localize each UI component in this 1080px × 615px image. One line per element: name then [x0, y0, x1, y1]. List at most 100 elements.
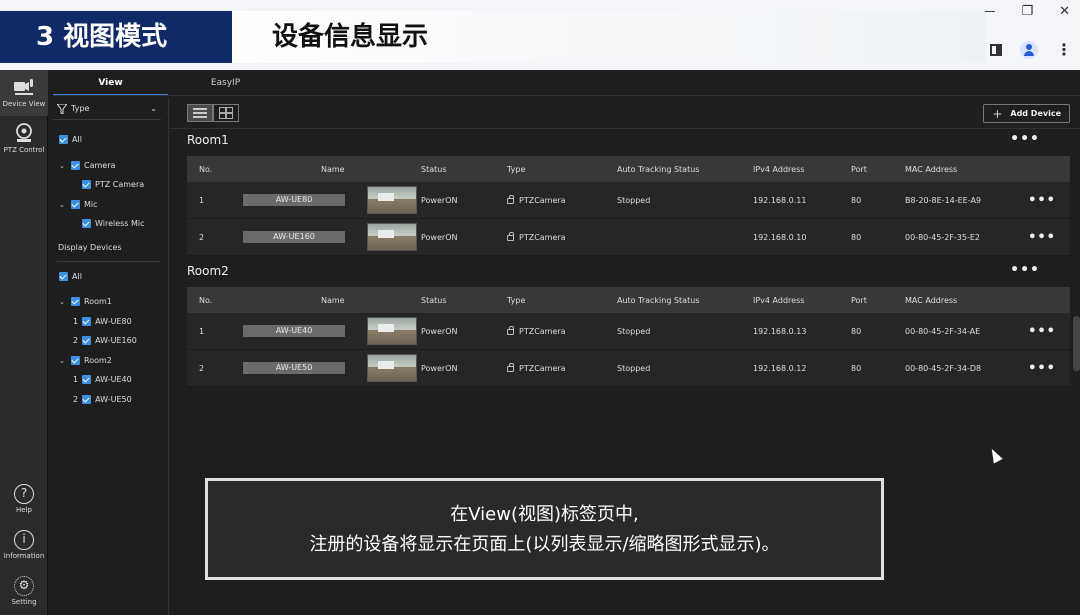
tab-view[interactable]: View	[53, 70, 168, 96]
column-header: Type	[507, 164, 526, 174]
close-icon[interactable]: ✕	[1059, 4, 1070, 19]
device-table: No. Name Status Type Auto Tracking Statu…	[187, 287, 1070, 387]
tree-display-all[interactable]: All	[59, 272, 82, 281]
table-row[interactable]: 1 AW-UE40 PowerON PTZCamera Stopped 192.…	[187, 313, 1070, 350]
nav-setting[interactable]: ⚙ Setting	[0, 576, 48, 606]
slide-banner: 3 视图模式 设备信息显示	[0, 11, 985, 63]
caption-box: 在View(视图)标签页中, 注册的设备将显示在页面上(以列表显示/缩略图形式显…	[205, 478, 884, 580]
more-icon[interactable]: •••	[1010, 262, 1040, 278]
checkbox[interactable]	[82, 180, 91, 189]
chevron-down-icon[interactable]: ⌄	[59, 357, 67, 365]
tree-room1[interactable]: ⌄ Room1	[59, 297, 112, 306]
checkbox[interactable]	[82, 317, 92, 326]
device-number: 1	[73, 317, 79, 326]
icon-bar: Device View PTZ Control ? Help i Informa…	[0, 70, 48, 615]
cell-status: PowerON	[421, 195, 458, 205]
tree-mic[interactable]: ⌄ Mic	[59, 200, 98, 209]
side-panel-icon[interactable]	[990, 43, 1002, 56]
scrollbar[interactable]	[1073, 316, 1080, 371]
help-icon: ?	[14, 484, 34, 504]
chevron-down-icon[interactable]: ⌄	[59, 298, 67, 306]
column-header: Port	[851, 295, 867, 305]
checkbox[interactable]	[82, 375, 92, 384]
table-header: No. Name Status Type Auto Tracking Statu…	[187, 287, 1070, 313]
cell-status: PowerON	[421, 326, 458, 336]
checkbox[interactable]	[82, 219, 91, 228]
display-devices-heading: Display Devices	[58, 243, 122, 252]
nav-device-view[interactable]: Device View	[0, 70, 48, 116]
checkbox[interactable]	[71, 161, 80, 170]
cell-no: 2	[199, 363, 205, 373]
column-header: Auto Tracking Status	[617, 164, 700, 174]
checkbox[interactable]	[82, 395, 92, 404]
device-label: AW-UE50	[95, 395, 132, 404]
tree-ptz-camera-label: PTZ Camera	[95, 180, 145, 189]
tree-room1-device[interactable]: 2 AW-UE160	[73, 336, 137, 345]
tree-ptz-camera[interactable]: PTZ Camera	[82, 180, 144, 189]
column-header: No.	[199, 164, 213, 174]
lock-icon	[507, 326, 514, 335]
table-header: No. Name Status Type Auto Tracking Statu…	[187, 156, 1070, 182]
cell-mac: 00-80-45-2F-35-E2	[905, 232, 980, 242]
row-more-icon[interactable]: •••	[1025, 193, 1070, 208]
device-name: AW-UE80	[243, 194, 345, 206]
row-more-icon[interactable]: •••	[1025, 324, 1070, 339]
thumbnail-view-button[interactable]	[213, 104, 239, 122]
camera-mic-icon	[14, 79, 33, 95]
chevron-down-icon: ⌄	[150, 104, 157, 113]
type-filter[interactable]: Type ⌄	[53, 98, 161, 120]
restore-icon[interactable]: ❐	[1021, 4, 1033, 19]
row-more-icon[interactable]: •••	[1025, 361, 1070, 376]
nav-information[interactable]: i Information	[0, 530, 48, 560]
browser-menu-icon[interactable]: ⋮	[1056, 40, 1072, 59]
chevron-down-icon[interactable]: ⌄	[59, 162, 67, 170]
checkbox[interactable]	[59, 272, 68, 281]
grid-icon	[219, 107, 233, 119]
device-thumbnail	[367, 186, 417, 214]
device-thumbnail	[367, 223, 417, 251]
checkbox[interactable]	[71, 356, 80, 365]
cell-type: PTZCamera	[519, 326, 566, 336]
device-label: AW-UE80	[95, 317, 132, 326]
tree-display-all-label: All	[72, 272, 82, 281]
checkbox[interactable]	[71, 200, 80, 209]
checkbox[interactable]	[82, 336, 92, 345]
tabs-divider	[53, 95, 1080, 96]
room-title: Room1	[187, 133, 229, 147]
table-row[interactable]: 2 AW-UE50 PowerON PTZCamera Stopped 192.…	[187, 350, 1070, 387]
column-header: Port	[851, 164, 867, 174]
sidebar-divider	[168, 98, 169, 615]
nav-ptz-control[interactable]: PTZ Control	[0, 122, 48, 160]
tree-wireless-mic[interactable]: Wireless Mic	[82, 219, 145, 228]
tab-easyip[interactable]: EasyIP	[168, 70, 283, 96]
more-icon[interactable]: •••	[1010, 131, 1040, 147]
chevron-down-icon[interactable]: ⌄	[59, 201, 67, 209]
tree-room2-label: Room2	[84, 356, 112, 365]
column-header: IPv4 Address	[753, 164, 805, 174]
table-row[interactable]: 1 AW-UE80 PowerON PTZCamera Stopped 192.…	[187, 182, 1070, 219]
row-more-icon[interactable]: •••	[1025, 230, 1070, 245]
device-number: 2	[73, 395, 79, 404]
checkbox[interactable]	[71, 297, 80, 306]
toolbar-divider	[170, 128, 1080, 129]
tree-room2-device[interactable]: 1 AW-UE40	[73, 375, 132, 384]
table-row[interactable]: 2 AW-UE160 PowerON PTZCamera 192.168.0.1…	[187, 219, 1070, 256]
tree-room2[interactable]: ⌄ Room2	[59, 356, 112, 365]
filter-icon	[57, 103, 67, 114]
tree-camera[interactable]: ⌄ Camera	[59, 161, 115, 170]
tree-room1-device[interactable]: 1 AW-UE80	[73, 317, 132, 326]
cell-ip: 192.168.0.12	[753, 363, 807, 373]
column-header: Type	[507, 295, 526, 305]
profile-icon[interactable]	[1020, 40, 1038, 59]
cell-no: 1	[199, 195, 205, 205]
device-thumbnail	[367, 317, 417, 345]
type-filter-label: Type	[71, 104, 90, 113]
nav-help[interactable]: ? Help	[0, 484, 48, 514]
checkbox[interactable]	[59, 135, 68, 144]
tree-room2-device[interactable]: 2 AW-UE50	[73, 395, 132, 404]
add-device-button[interactable]: + Add Device	[983, 104, 1070, 123]
window-controls: — ❐ ✕	[982, 4, 1070, 19]
tree-all[interactable]: All	[59, 135, 82, 144]
list-view-button[interactable]	[187, 104, 213, 122]
cell-port: 80	[851, 232, 862, 242]
